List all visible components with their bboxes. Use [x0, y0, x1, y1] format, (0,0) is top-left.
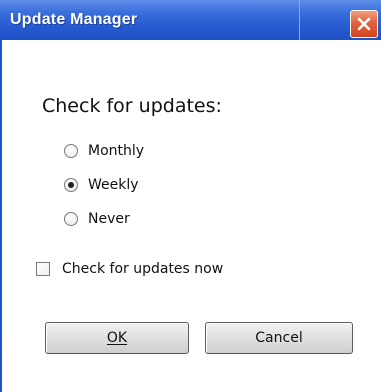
cancel-button-label: Cancel	[255, 330, 303, 346]
cancel-button[interactable]: Cancel	[205, 322, 353, 354]
radio-label-never: Never	[88, 211, 130, 227]
close-icon	[357, 17, 371, 31]
radio-button-selected[interactable]	[64, 178, 78, 192]
title-bar[interactable]: Update Manager	[0, 0, 381, 40]
radio-selected-dot	[68, 182, 74, 188]
radio-button[interactable]	[64, 212, 78, 226]
window-title: Update Manager	[10, 11, 138, 28]
check-now-label: Check for updates now	[62, 261, 224, 277]
update-manager-window: Update Manager Check for updates: Monthl…	[0, 0, 381, 392]
radio-label-weekly: Weekly	[88, 177, 139, 193]
title-bar-divider	[299, 0, 300, 40]
radio-label-monthly: Monthly	[88, 143, 145, 159]
ok-button-label: OK	[106, 330, 128, 346]
radio-button[interactable]	[64, 144, 78, 158]
check-now-checkbox[interactable]	[36, 262, 50, 276]
section-heading: Check for updates:	[42, 95, 222, 117]
close-button[interactable]	[350, 10, 378, 38]
ok-button[interactable]: OK	[45, 322, 189, 354]
